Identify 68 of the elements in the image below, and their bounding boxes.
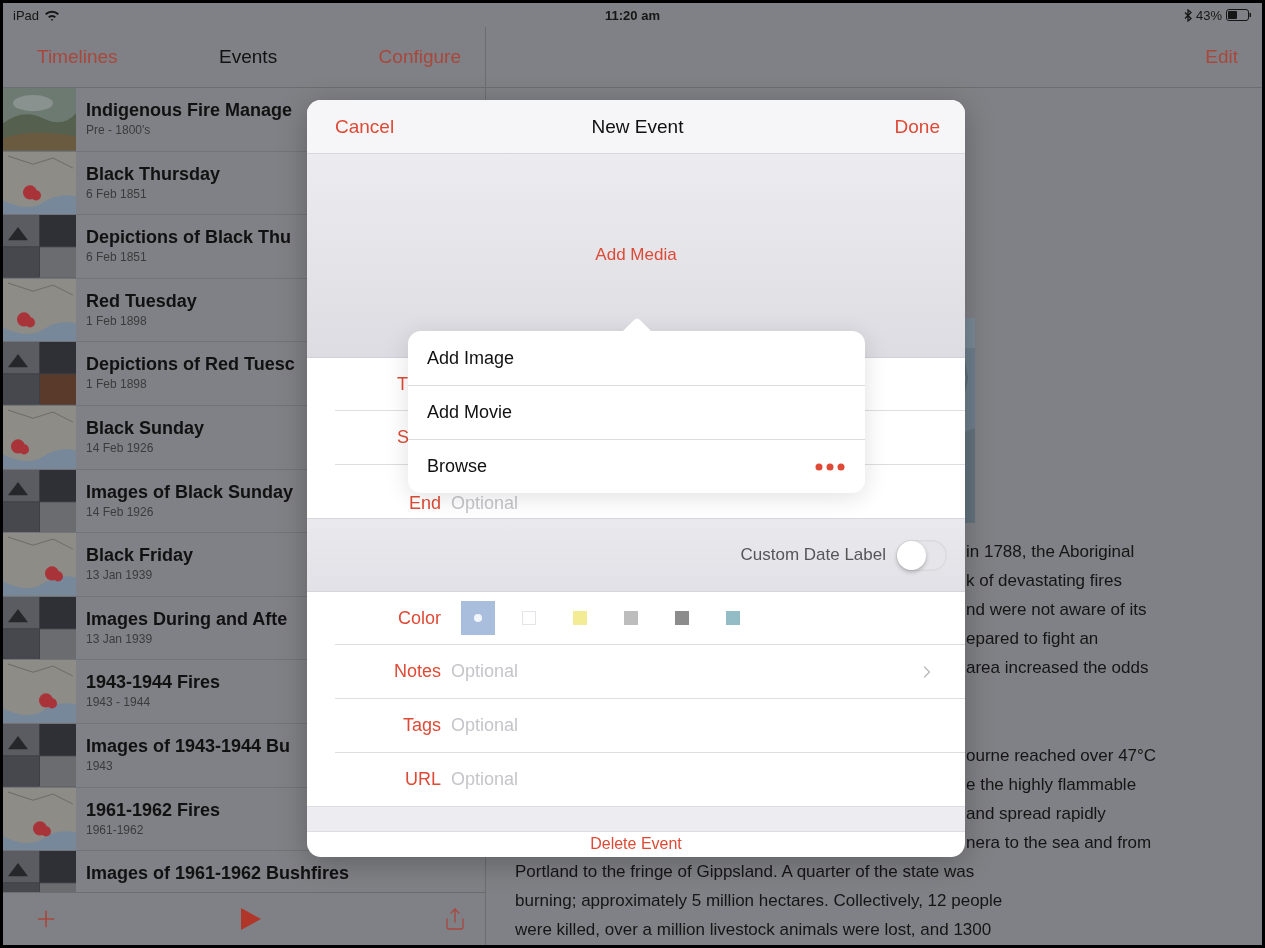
color-swatch[interactable]	[725, 611, 740, 625]
event-date: 1 Feb 1898	[86, 377, 148, 392]
play-icon[interactable]	[241, 908, 261, 930]
event-date: 6 Feb 1851	[86, 250, 148, 265]
battery-icon	[1226, 9, 1252, 21]
delete-button[interactable]: Delete Event	[590, 835, 682, 853]
event-title: Images During and Afte	[86, 608, 288, 630]
event-title: Depictions of Black Thu	[86, 227, 292, 249]
body-text: in 1788, the Aboriginal	[966, 541, 1135, 563]
cancel-button[interactable]: Cancel	[335, 115, 395, 138]
event-title: Black Thursday	[86, 163, 221, 185]
event-date: 6 Feb 1851	[86, 186, 148, 201]
event-date: 1943	[86, 758, 114, 773]
body-text: Portland to the fringe of Gippsland. A quarter of the state was	[515, 861, 975, 883]
color-swatch[interactable]	[674, 611, 689, 625]
field-label: Notes	[392, 661, 441, 682]
field-label: S	[396, 427, 409, 448]
color-swatch[interactable]	[460, 601, 495, 635]
body-text: k of devastating fires	[966, 570, 1122, 592]
event-title: Black Friday	[86, 545, 194, 567]
body-text: area increased the odds	[966, 657, 1149, 679]
device-name: iPad	[13, 7, 40, 23]
body-text: e the highly flammable	[966, 774, 1137, 796]
wifi-icon	[44, 9, 61, 21]
color-swatch[interactable]	[623, 611, 638, 625]
field-label: Color	[397, 607, 441, 629]
color-swatch[interactable]	[521, 611, 536, 625]
body-text: nera to the sea and from	[966, 832, 1152, 854]
toggle-switch[interactable]	[896, 539, 947, 571]
field-label: URL	[404, 769, 441, 790]
body-text: and spread rapidly	[966, 803, 1106, 825]
dialog-title: New Event	[591, 115, 684, 138]
body-text: were killed, over a million livestock animals were lost, and 1300	[515, 919, 992, 941]
event-date: 14 Feb 1926	[86, 504, 155, 519]
field-label: End	[407, 493, 441, 514]
body-text: epared to fight an	[966, 628, 1099, 650]
nav-title: Events	[219, 46, 278, 68]
event-date: 13 Jan 1939	[86, 568, 154, 583]
event-date: 14 Feb 1926	[86, 440, 155, 455]
event-title: Indigenous Fire Manage	[86, 100, 293, 121]
clock-time: 11:20 am	[605, 7, 660, 23]
event-title: Images of Black Sunday	[86, 481, 294, 503]
bluetooth-icon	[1183, 8, 1192, 22]
event-title: Images of 1961-1962 Bushfires	[86, 863, 350, 885]
color-swatch[interactable]	[572, 611, 587, 625]
menu-item[interactable]: Add Movie	[408, 385, 865, 439]
event-title: 1961-1962 Fires	[86, 799, 221, 821]
event-title: Images of 1943-1944 Bu	[86, 735, 291, 757]
event-date: 1943 - 1944	[86, 695, 152, 710]
event-title: Depictions of Red Tuesc	[86, 354, 295, 376]
event-title: Red Tuesday	[86, 290, 197, 312]
body-text: burning; approximately 5 million hectares. Collectively, 12 people	[515, 890, 1003, 912]
body-text: nd were not aware of its	[966, 599, 1147, 621]
more-icon	[815, 462, 845, 471]
event-date: 1 Feb 1898	[86, 313, 148, 328]
event-date: Pre - 1800's	[86, 123, 152, 137]
add-media-button[interactable]: Add Media	[595, 245, 677, 265]
event-date: 13 Jan 1939	[86, 631, 154, 646]
share-icon[interactable]	[443, 907, 467, 931]
done-button[interactable]: Done	[894, 115, 940, 138]
event-title: 1943-1944 Fires	[86, 672, 221, 694]
menu-item[interactable]: Browse	[408, 439, 865, 493]
event-date: 1961-1962	[86, 822, 145, 837]
body-text: ourne reached over 47°C	[966, 745, 1157, 767]
toggle-label: Custom Date Label	[740, 545, 886, 565]
event-title: Black Sunday	[86, 417, 205, 439]
field-label: T	[396, 373, 408, 395]
battery-percentage: 43%	[1195, 7, 1222, 23]
